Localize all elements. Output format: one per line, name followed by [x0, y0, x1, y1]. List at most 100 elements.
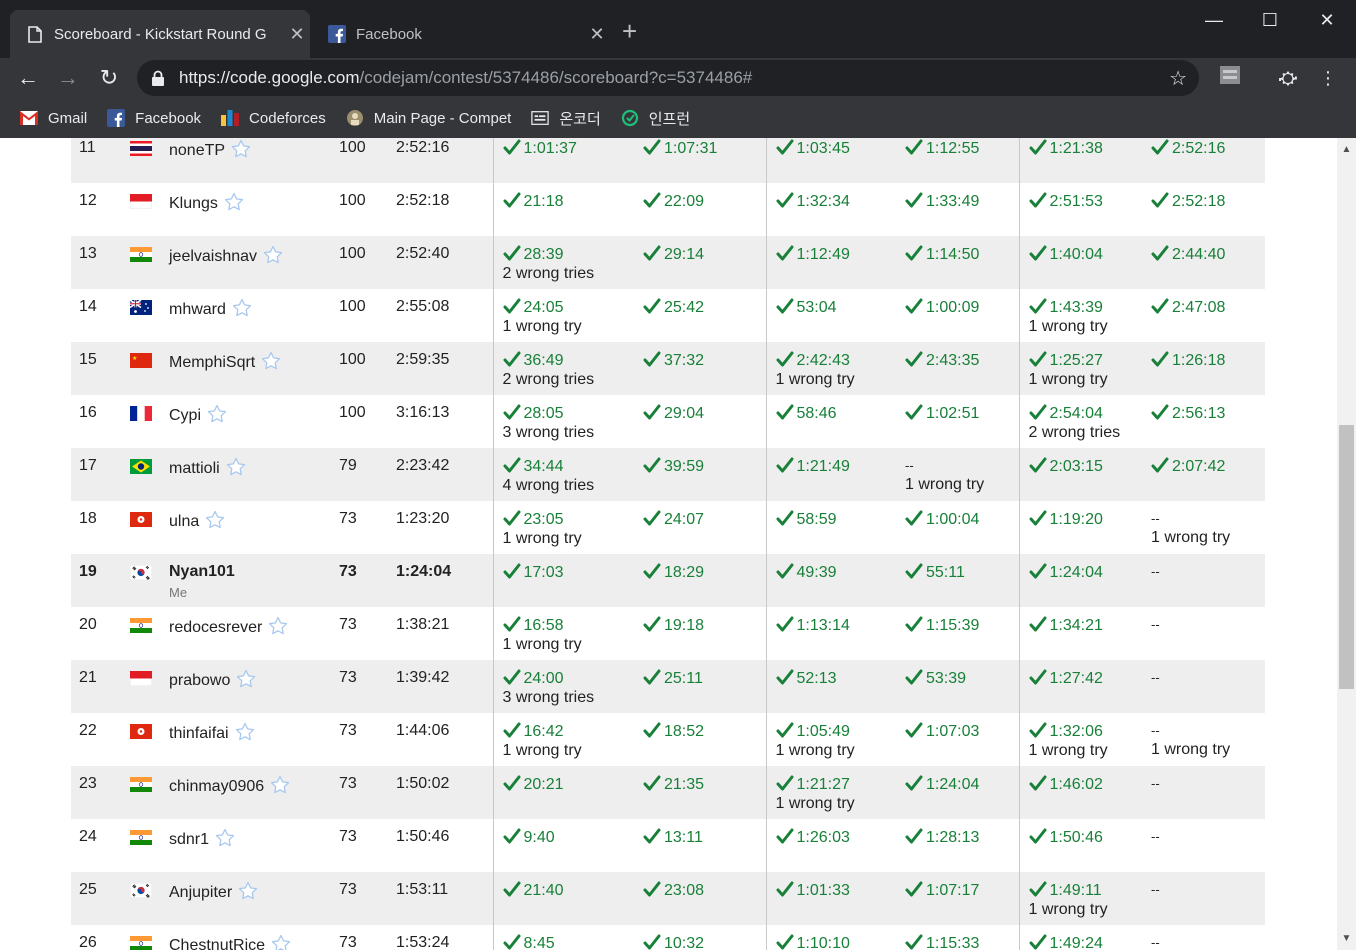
close-tab-icon[interactable]: ✕: [284, 24, 310, 45]
check-icon: [503, 139, 520, 155]
contestant-name[interactable]: sdnr1: [169, 831, 209, 848]
bookmark-inflearn[interactable]: 인프런: [621, 108, 690, 129]
close-tab-icon[interactable]: ✕: [584, 24, 610, 45]
contestant-name[interactable]: MemphiSqrt: [169, 354, 255, 371]
bookmark-star-icon[interactable]: ☆: [1169, 66, 1187, 91]
problem-cell: 24:05 1 wrong try: [493, 289, 634, 342]
favorite-star-icon[interactable]: [226, 457, 246, 477]
country-flag-icon: [130, 236, 169, 289]
contestant-name[interactable]: prabowo: [169, 672, 230, 689]
favorite-star-icon[interactable]: [224, 192, 244, 212]
contestant-name[interactable]: noneTP: [169, 142, 225, 159]
favorite-star-icon[interactable]: [271, 934, 291, 950]
vertical-scrollbar[interactable]: ▲ ▼: [1337, 138, 1356, 950]
problem-cell: 24:07: [634, 501, 767, 554]
favorite-star-icon[interactable]: [205, 510, 225, 530]
solved-time: 2:03:15: [1029, 457, 1103, 475]
problem-cell: 25:11: [634, 660, 767, 713]
contestant-name[interactable]: mattioli: [169, 460, 220, 477]
reload-icon[interactable]: ↻: [93, 62, 125, 94]
bookmark-gmail[interactable]: Gmail: [20, 109, 87, 127]
new-tab-icon[interactable]: +: [622, 16, 637, 46]
problem-cell: 1:34:21: [1019, 607, 1142, 660]
contestant-name[interactable]: ChestnutRice: [169, 937, 265, 950]
favorite-star-icon[interactable]: [231, 139, 251, 159]
contestant-name[interactable]: Anjupiter: [169, 884, 232, 901]
menu-icon[interactable]: ⋮: [1312, 62, 1344, 94]
contestant-name[interactable]: Cypi: [169, 407, 201, 424]
scroll-down-icon[interactable]: ▼: [1341, 933, 1352, 944]
solved-time: 8:45: [503, 934, 555, 950]
check-icon: [776, 881, 793, 897]
problem-cell: 19:18: [634, 607, 767, 660]
table-row: 26 ChestnutRice 73 1:53:24 8:45 10:32 1:10:10 1…: [71, 925, 1265, 950]
check-icon: [503, 298, 520, 314]
check-icon: [1151, 139, 1169, 155]
favorite-star-icon[interactable]: [263, 245, 283, 265]
bookmark-facebook[interactable]: Facebook: [107, 109, 201, 127]
solved-time: 1:19:20: [1029, 510, 1103, 528]
rank-cell: 21: [71, 660, 130, 713]
minimize-icon[interactable]: —: [1185, 4, 1243, 36]
penalty-time-cell: 1:24:04: [396, 554, 494, 607]
contestant-name[interactable]: ulna: [169, 513, 199, 530]
close-window-icon[interactable]: ✕: [1298, 4, 1356, 36]
unsolved-mark: --: [905, 458, 914, 473]
bookmark-codeforces[interactable]: Codeforces: [221, 109, 326, 127]
problem-cell: 1:33:49: [896, 183, 1020, 236]
problem-cell: 18:29: [634, 554, 767, 607]
contestant-name[interactable]: Nyan101: [169, 563, 235, 580]
contestant-name[interactable]: Klungs: [169, 195, 218, 212]
solved-time: 1:25:27: [1029, 351, 1103, 369]
contestant-name[interactable]: jeelvaishnav: [169, 248, 257, 265]
tab-scoreboard[interactable]: Scoreboard - Kickstart Round G ✕: [10, 10, 310, 58]
incognito-icon[interactable]: ⛮: [1272, 62, 1304, 94]
problem-cell: 1:32:34: [766, 183, 896, 236]
solved-time: 1:49:24: [1029, 934, 1103, 950]
back-icon[interactable]: ←: [12, 62, 44, 94]
bookmark-main-page[interactable]: Main Page - Compet: [346, 109, 511, 127]
favorite-star-icon[interactable]: [268, 616, 288, 636]
scroll-thumb[interactable]: [1339, 425, 1354, 689]
extension-icon[interactable]: [1214, 62, 1246, 94]
solved-time: 10:32: [643, 934, 704, 950]
solved-time: 2:07:42: [1151, 457, 1225, 475]
solved-time: 19:18: [643, 616, 704, 634]
problem-cell: 1:12:55: [896, 138, 1020, 183]
check-icon: [776, 404, 793, 420]
favorite-star-icon[interactable]: [235, 722, 255, 742]
solved-time: 23:08: [643, 881, 704, 899]
favorite-star-icon[interactable]: [232, 298, 252, 318]
contestant-name[interactable]: mhward: [169, 301, 226, 318]
tab-facebook[interactable]: Facebook ✕: [312, 10, 610, 58]
favorite-star-icon[interactable]: [238, 881, 258, 901]
check-icon: [643, 298, 661, 314]
contestant-cell: ulna: [169, 501, 339, 554]
solved-time: 1:14:50: [905, 245, 979, 263]
solved-time: 1:28:13: [905, 828, 979, 846]
scroll-up-icon[interactable]: ▲: [1341, 144, 1352, 155]
forward-icon[interactable]: →: [52, 62, 84, 94]
check-icon: [503, 351, 520, 367]
contestant-name[interactable]: chinmay0906: [169, 778, 264, 795]
solved-time: 1:27:42: [1029, 669, 1103, 687]
check-icon: [776, 722, 793, 738]
favorite-star-icon[interactable]: [236, 669, 256, 689]
problem-cell: 2:44:40: [1142, 236, 1265, 289]
check-icon: [1029, 775, 1046, 791]
maximize-icon[interactable]: ☐: [1241, 4, 1299, 36]
favorite-star-icon[interactable]: [215, 828, 235, 848]
score-cell: 100: [339, 395, 396, 448]
favorite-star-icon[interactable]: [261, 351, 281, 371]
problem-cell: -- 1 wrong try: [1142, 501, 1265, 554]
contestant-name[interactable]: redocesrever: [169, 619, 262, 636]
check-icon: [1029, 828, 1046, 844]
address-bar[interactable]: https://code.google.com/codejam/contest/…: [137, 60, 1199, 96]
check-icon: [1151, 351, 1169, 367]
favorite-star-icon[interactable]: [207, 404, 227, 424]
favorite-star-icon[interactable]: [270, 775, 290, 795]
bookmark-oncoder[interactable]: 온코더: [531, 108, 601, 129]
solved-time: 1:49:11: [1029, 881, 1102, 899]
check-icon: [776, 775, 793, 791]
contestant-name[interactable]: thinfaifai: [169, 725, 229, 742]
